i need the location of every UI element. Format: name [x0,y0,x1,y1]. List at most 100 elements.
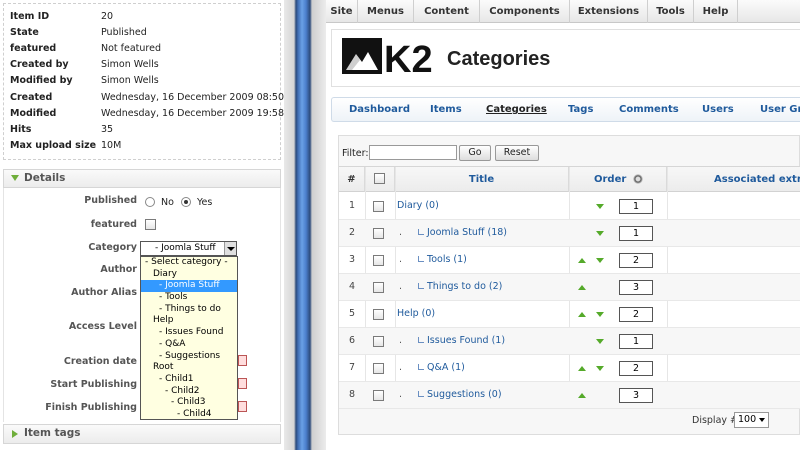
chevron-down-icon[interactable] [224,242,236,255]
category-dropdown-list[interactable]: - Select category - Diary - Joomla Stuff… [140,256,238,420]
category-option[interactable]: Diary [141,269,237,281]
category-option[interactable]: - Issues Found [141,327,237,339]
col-header-order[interactable]: Order [569,167,667,192]
published-no-radio[interactable] [145,197,155,207]
info-value: Wednesday, 16 December 2009 08:50 [101,92,284,103]
category-title-link[interactable]: Suggestions (0) [427,382,502,409]
move-down-icon[interactable] [596,312,604,317]
category-option[interactable]: - Child3 [141,397,237,409]
tab-user-groups[interactable]: User Gro [760,98,800,121]
display-count-select[interactable]: 100 [734,412,769,428]
admin-menu-bar: Site Menus Content Components Extensions… [326,0,800,23]
move-up-icon[interactable] [578,366,586,371]
calendar-icon[interactable] [238,401,247,412]
row-number: 8 [348,389,356,400]
published-yes-radio[interactable] [181,197,191,207]
row-checkbox[interactable] [373,309,384,320]
menu-extensions[interactable]: Extensions [570,0,648,23]
order-input[interactable]: 2 [619,253,653,268]
tree-branch-icon [418,229,424,235]
category-title-link[interactable]: Help (0) [397,301,435,328]
row-checkbox[interactable] [373,390,384,401]
move-up-icon[interactable] [578,393,586,398]
col-header-title[interactable]: Title [395,167,569,192]
menu-content[interactable]: Content [414,0,480,23]
page-header: K2 Categories [331,29,800,87]
tab-dashboard[interactable]: Dashboard [349,98,410,121]
indent-marker: . [399,362,403,373]
go-button[interactable]: Go [459,145,491,161]
row-checkbox[interactable] [373,201,384,212]
order-input[interactable]: 1 [619,334,653,349]
move-down-icon[interactable] [596,366,604,371]
col-header-num: # [339,167,365,192]
tree-branch-icon [418,283,424,289]
tab-users[interactable]: Users [702,98,734,121]
category-title-link[interactable]: Q&A (1) [427,355,465,382]
category-option[interactable]: - Tools [141,292,237,304]
category-select[interactable]: - Joomla Stuff [140,241,237,256]
category-option[interactable]: - Things to do [141,304,237,316]
category-option[interactable]: - Child4 [141,409,237,421]
order-input[interactable]: 2 [619,307,653,322]
order-input[interactable]: 1 [619,226,653,241]
order-input[interactable]: 3 [619,280,653,295]
window-divider [284,0,326,450]
check-all-checkbox[interactable] [374,173,385,184]
category-title-link[interactable]: Joomla Stuff (18) [427,220,507,247]
row-number: 5 [348,308,356,319]
details-panel-header[interactable]: Details [3,169,281,188]
tab-items[interactable]: Items [430,98,462,121]
row-checkbox[interactable] [373,255,384,266]
category-option[interactable]: - Child2 [141,386,237,398]
menu-site[interactable]: Site [326,0,358,23]
tab-categories[interactable]: Categories [486,98,547,121]
tab-comments[interactable]: Comments [619,98,679,121]
category-title-link[interactable]: Things to do (2) [427,274,502,301]
filter-input[interactable] [369,145,457,160]
menu-tools[interactable]: Tools [648,0,694,23]
category-title-link[interactable]: Issues Found (1) [427,328,505,355]
menu-menus[interactable]: Menus [358,0,414,23]
category-label: Category [88,242,137,253]
logo-text: K2 [384,39,433,78]
reset-button[interactable]: Reset [495,145,539,161]
category-option[interactable]: Help [141,315,237,327]
info-key: featured [10,43,57,54]
save-order-icon[interactable] [632,174,643,184]
category-option[interactable]: - Suggestions [141,351,237,363]
move-up-icon[interactable] [578,285,586,290]
order-input[interactable]: 3 [619,388,653,403]
category-option[interactable]: - Q&A [141,339,237,351]
info-key: Modified [10,108,57,119]
move-down-icon[interactable] [596,258,604,263]
table-row: 1 Diary (0) 1 [339,193,800,220]
menu-help[interactable]: Help [694,0,738,23]
move-up-icon[interactable] [578,312,586,317]
row-checkbox[interactable] [373,336,384,347]
row-checkbox[interactable] [373,363,384,374]
order-input[interactable]: 1 [619,199,653,214]
category-option[interactable]: Root [141,362,237,374]
col-header-extra-fields[interactable]: Associated extra f [667,167,800,192]
filter-label: Filter: [342,148,369,159]
tab-tags[interactable]: Tags [568,98,593,121]
category-title-link[interactable]: Diary (0) [397,193,439,220]
move-down-icon[interactable] [596,204,604,209]
category-option[interactable]: - Child1 [141,374,237,386]
order-input[interactable]: 2 [619,361,653,376]
creation-date-label: Creation date [63,356,137,367]
menu-components[interactable]: Components [480,0,570,23]
featured-checkbox[interactable] [145,219,156,230]
move-down-icon[interactable] [596,231,604,236]
row-checkbox[interactable] [373,282,384,293]
item-tags-panel-header[interactable]: Item tags [3,424,281,444]
calendar-icon[interactable] [238,355,247,366]
category-title-link[interactable]: Tools (1) [427,247,467,274]
move-down-icon[interactable] [596,339,604,344]
calendar-icon[interactable] [238,378,247,389]
row-checkbox[interactable] [373,228,384,239]
category-option[interactable]: - Select category - [141,257,237,269]
move-up-icon[interactable] [578,258,586,263]
category-option-selected[interactable]: - Joomla Stuff [141,280,237,293]
